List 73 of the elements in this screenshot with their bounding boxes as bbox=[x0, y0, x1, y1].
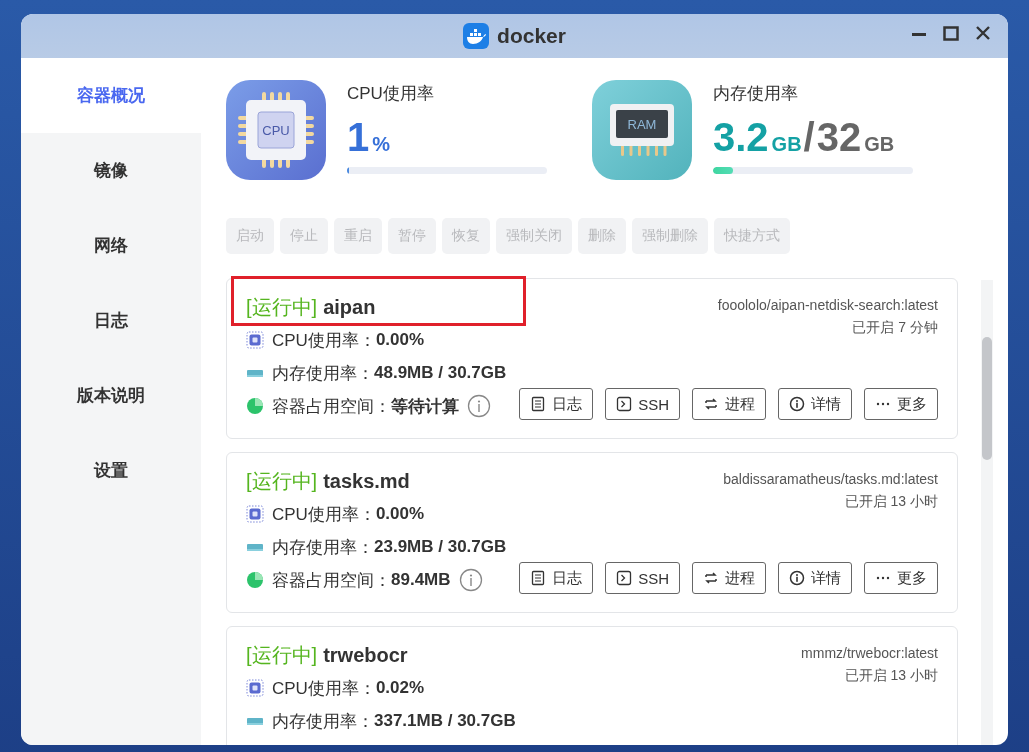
image-name: baldissaramatheus/tasks.md:latest bbox=[723, 471, 938, 487]
chip-label: RAM bbox=[627, 117, 657, 132]
info-icon bbox=[789, 396, 805, 412]
window-title: docker bbox=[497, 24, 566, 48]
metric-value: 337.1MB / 30.7GB bbox=[374, 711, 516, 731]
container-name: aipan bbox=[323, 295, 376, 319]
stat-label: 内存使用率 bbox=[713, 83, 799, 105]
pie-chart-icon bbox=[246, 571, 264, 589]
sidebar-item[interactable]: 版本说明 bbox=[21, 358, 201, 433]
metric-value: 等待计算 bbox=[391, 395, 459, 418]
metric-label: CPU使用率： bbox=[272, 503, 376, 526]
chip-label: CPU bbox=[262, 123, 290, 138]
metric-value: 0.00% bbox=[375, 504, 425, 524]
stat-unit: % bbox=[372, 133, 391, 156]
stat-total: 32 bbox=[816, 115, 862, 160]
maximize-icon[interactable] bbox=[942, 24, 960, 42]
close-icon[interactable] bbox=[974, 24, 992, 42]
action-button[interactable]: 详情 bbox=[778, 562, 852, 594]
metric-value: 23.9MB / 30.7GB bbox=[374, 537, 507, 557]
notebook-icon bbox=[530, 570, 547, 586]
metric-label: CPU使用率： bbox=[272, 677, 376, 700]
metric-label: 内存使用率： bbox=[272, 362, 374, 385]
action-button[interactable]: 进程 bbox=[692, 388, 766, 420]
terminal-icon bbox=[616, 396, 633, 412]
status-label: [运行中] bbox=[246, 294, 318, 320]
stat-value: 3.2 bbox=[713, 115, 769, 160]
stat-value: 1 bbox=[347, 115, 370, 160]
chip-icon bbox=[246, 331, 264, 349]
sidebar-item[interactable]: 设置 bbox=[21, 433, 201, 508]
notebook-icon bbox=[530, 396, 547, 412]
separator: / bbox=[803, 115, 815, 160]
swap-arrows-icon bbox=[703, 396, 719, 412]
action-button[interactable]: 日志 bbox=[519, 562, 594, 594]
status-label: [运行中] bbox=[246, 468, 318, 494]
action-button[interactable]: 日志 bbox=[519, 388, 594, 420]
info-icon bbox=[789, 570, 805, 586]
sidebar-item[interactable]: 日志 bbox=[21, 283, 201, 358]
action-button[interactable]: 更多 bbox=[864, 562, 938, 594]
metric-value: 0.00% bbox=[375, 330, 425, 350]
stat-unit: GB bbox=[864, 133, 895, 156]
metric-label: CPU使用率： bbox=[272, 329, 376, 352]
action-button[interactable]: SSH bbox=[605, 562, 680, 594]
metric-label: 内存使用率： bbox=[272, 536, 374, 559]
metric-label: 容器占用空间： bbox=[272, 569, 391, 592]
action-button[interactable]: 进程 bbox=[692, 562, 766, 594]
whale-logo-icon bbox=[463, 23, 490, 49]
metric-label: 内存使用率： bbox=[272, 710, 374, 733]
image-name: fooololo/aipan-netdisk-search:latest bbox=[717, 297, 938, 313]
stat-unit: GB bbox=[771, 133, 802, 156]
uptime-text: 已开启 7 分钟 bbox=[852, 319, 938, 337]
action-button[interactable]: 详情 bbox=[778, 388, 852, 420]
terminal-icon bbox=[616, 570, 633, 586]
metric-value: 0.02% bbox=[375, 678, 425, 698]
pie-chart-icon bbox=[246, 397, 264, 415]
status-label: [运行中] bbox=[246, 642, 318, 668]
chip-icon bbox=[246, 679, 264, 697]
uptime-text: 已开启 13 小时 bbox=[844, 667, 938, 685]
metric-label: 容器占用空间： bbox=[272, 395, 391, 418]
uptime-text: 已开启 13 小时 bbox=[844, 493, 938, 511]
action-button[interactable]: 更多 bbox=[864, 388, 938, 420]
stat-label: CPU使用率 bbox=[347, 83, 435, 105]
action-button[interactable]: SSH bbox=[605, 388, 680, 420]
chip-icon bbox=[246, 505, 264, 523]
sidebar-item[interactable]: 网络 bbox=[21, 208, 201, 283]
swap-arrows-icon bbox=[703, 570, 719, 586]
sidebar-item[interactable]: 镜像 bbox=[21, 133, 201, 208]
metric-value: 48.9MB / 30.7GB bbox=[374, 363, 507, 383]
container-name: tasks.md bbox=[323, 469, 410, 493]
container-name: trwebocr bbox=[323, 643, 408, 667]
image-name: mmmz/trwebocr:latest bbox=[801, 645, 938, 661]
metric-value: 89.4MB bbox=[391, 570, 451, 590]
sidebar-item[interactable]: 容器概况 bbox=[21, 58, 201, 133]
scrollbar[interactable] bbox=[982, 337, 992, 460]
